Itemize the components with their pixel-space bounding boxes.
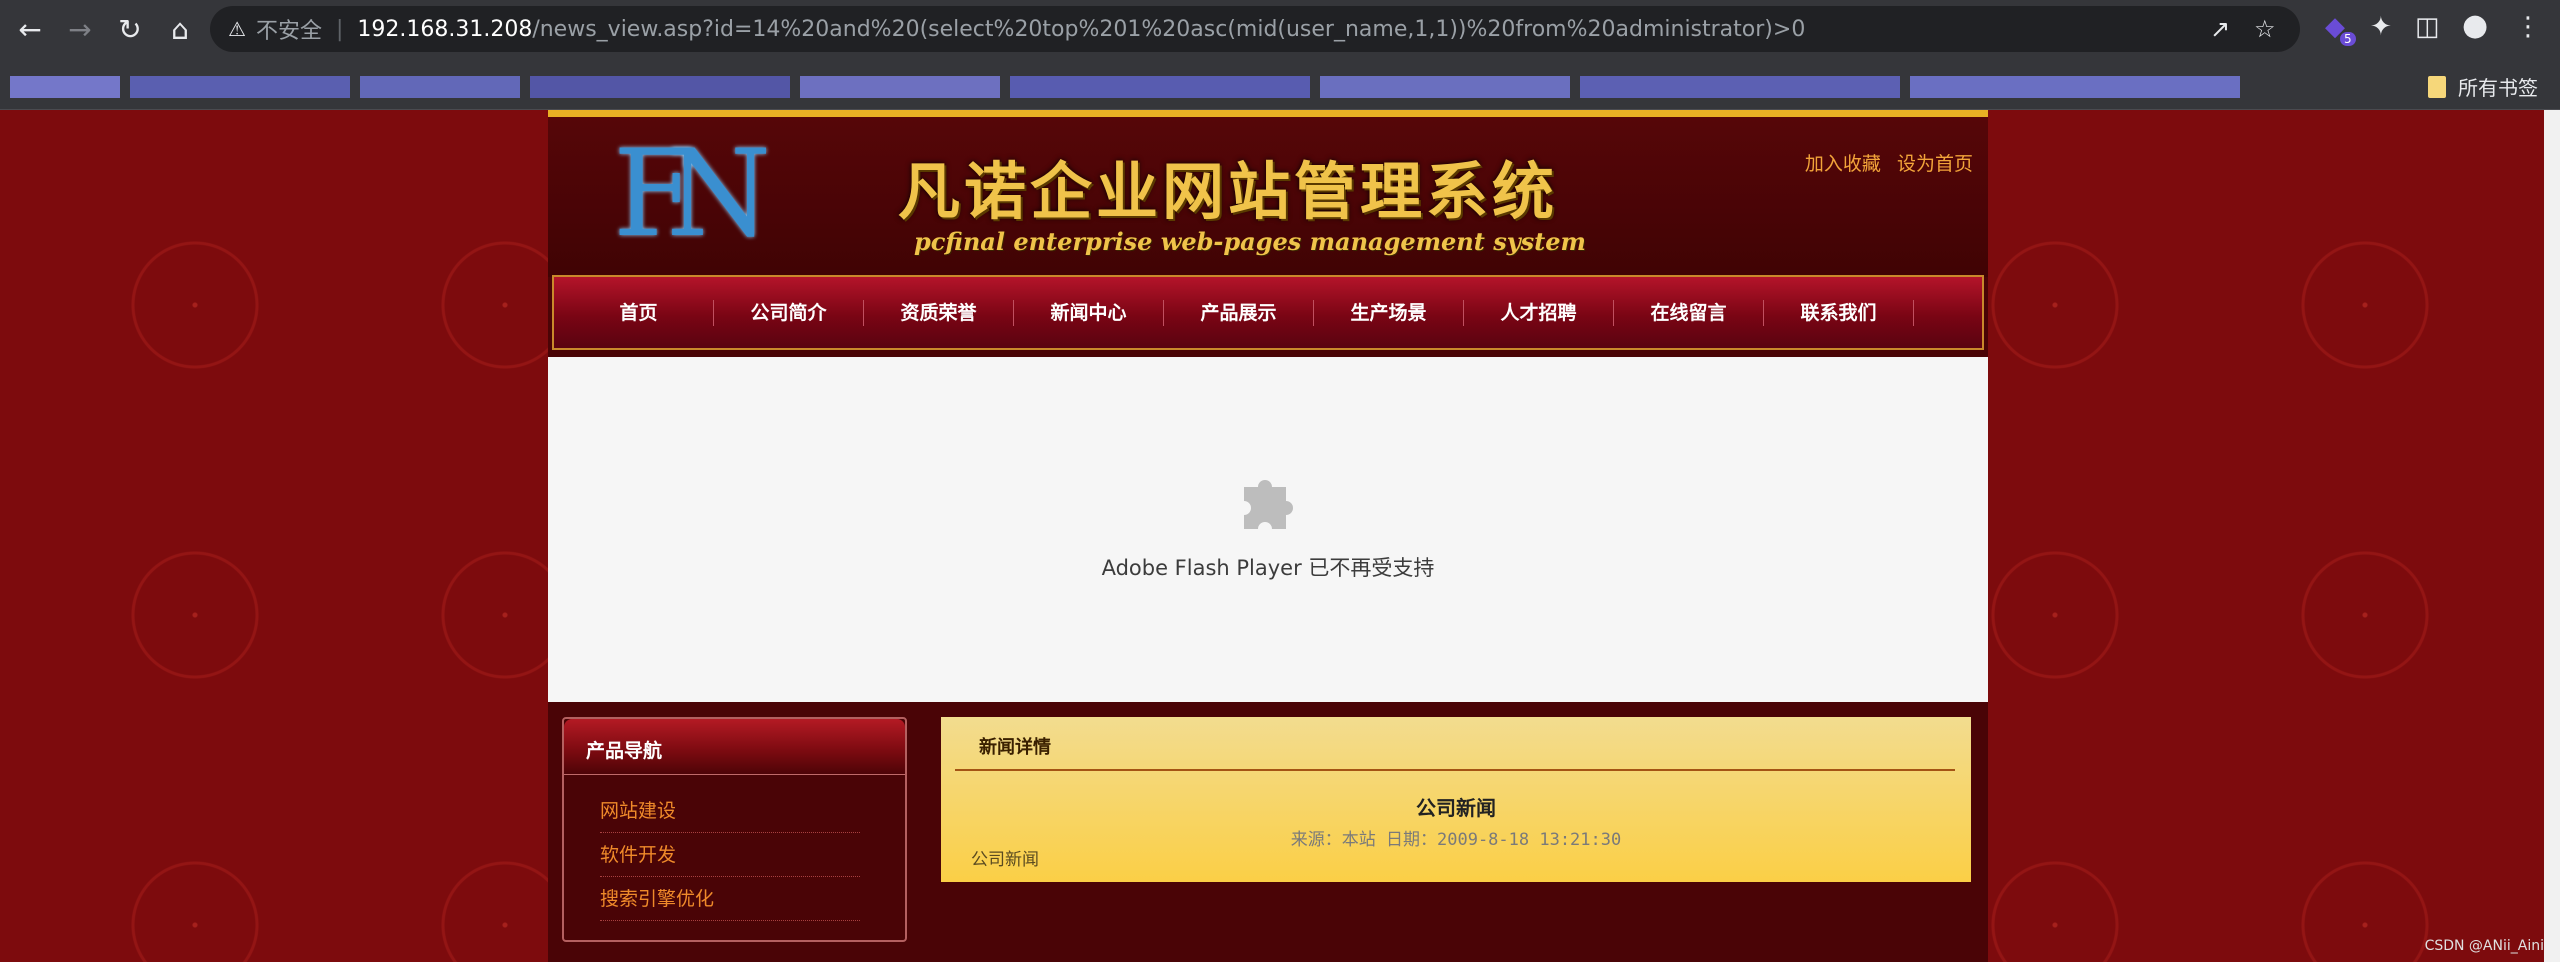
- site-container: FN 凡诺企业网站管理系统 pcfinal enterprise web-pag…: [548, 110, 1988, 962]
- flash-unsupported-message: Adobe Flash Player 已不再受支持: [1101, 556, 1435, 580]
- home-icon[interactable]: ⌂: [160, 9, 200, 49]
- nav-item-products[interactable]: 产品展示: [1164, 299, 1314, 326]
- set-homepage-link[interactable]: 设为首页: [1897, 153, 1973, 175]
- profile-avatar-icon[interactable]: ●: [2462, 8, 2488, 43]
- extension-badge-count: 5: [2340, 32, 2356, 46]
- security-label: 不安全: [255, 19, 322, 44]
- side-panel-icon[interactable]: ◫: [2415, 12, 2440, 42]
- warning-icon[interactable]: ⚠: [228, 17, 246, 41]
- all-bookmarks-label: 所有书签: [2458, 76, 2538, 100]
- all-bookmarks-button[interactable]: 所有书签: [2428, 72, 2538, 101]
- forward-icon[interactable]: →: [60, 9, 100, 49]
- nav-item-contact[interactable]: 联系我们: [1764, 299, 1914, 326]
- header-links: 加入收藏 设为首页: [1795, 149, 1973, 176]
- news-body: 公司新闻: [971, 850, 1039, 870]
- top-gold-line: [548, 110, 1988, 117]
- puzzle-extensions-icon[interactable]: ✦: [2370, 12, 2392, 42]
- page-viewport: FN 凡诺企业网站管理系统 pcfinal enterprise web-pag…: [0, 110, 2560, 962]
- site-title: 凡诺企业网站管理系统: [898, 155, 1559, 228]
- nav-item-production[interactable]: 生产场景: [1314, 299, 1464, 326]
- nav-item-home[interactable]: 首页: [564, 299, 714, 326]
- address-bar[interactable]: ⚠ 不安全 | 192.168.31.208/news_view.asp?id=…: [210, 6, 2300, 52]
- product-nav-item-seo[interactable]: 搜索引擎优化: [600, 877, 860, 921]
- watermark: CSDN @ANii_Aini: [2424, 938, 2544, 954]
- nav-item-about[interactable]: 公司简介: [714, 299, 864, 326]
- main-nav: 首页 公司简介 资质荣誉 新闻中心 产品展示 生产场景 人才招聘 在线留言 联系…: [552, 275, 1984, 350]
- nav-item-news[interactable]: 新闻中心: [1014, 299, 1164, 326]
- product-nav-panel: 产品导航 网站建设 软件开发 搜索引擎优化: [562, 717, 907, 942]
- url-host: 192.168.31.208: [357, 16, 533, 42]
- bookmarks-bar: 所有书签: [0, 58, 2560, 110]
- site-subtitle: pcfinal enterprise web-pages management …: [914, 227, 1586, 256]
- blurred-bookmark[interactable]: [530, 76, 790, 98]
- add-favorite-link[interactable]: 加入收藏: [1805, 153, 1881, 175]
- reload-icon[interactable]: ↻: [110, 9, 150, 49]
- site-logo[interactable]: FN: [613, 135, 771, 255]
- blurred-bookmark[interactable]: [130, 76, 350, 98]
- product-nav-item-web[interactable]: 网站建设: [600, 789, 860, 833]
- site-header: FN 凡诺企业网站管理系统 pcfinal enterprise web-pag…: [548, 117, 1988, 277]
- browser-toolbar: ← → ↻ ⌂ ⚠ 不安全 | 192.168.31.208/news_view…: [0, 0, 2560, 58]
- blurred-bookmark[interactable]: [1910, 76, 2240, 98]
- menu-kebab-icon[interactable]: ⋮: [2515, 12, 2541, 42]
- page-scrollbar[interactable]: [2544, 110, 2560, 962]
- nav-item-guestbook[interactable]: 在线留言: [1614, 299, 1764, 326]
- news-detail-panel: 新闻详情 公司新闻 来源：本站 日期：2009-8-18 13:21:30 公司…: [941, 717, 1971, 882]
- folder-icon: [2428, 75, 2446, 98]
- blurred-bookmark[interactable]: [1320, 76, 1570, 98]
- blurred-bookmark[interactable]: [1010, 76, 1310, 98]
- blurred-bookmark[interactable]: [360, 76, 520, 98]
- product-nav-item-software[interactable]: 软件开发: [600, 833, 860, 877]
- nav-item-honors[interactable]: 资质荣誉: [864, 299, 1014, 326]
- blurred-bookmark[interactable]: [800, 76, 1000, 98]
- url-path: /news_view.asp?id=14%20and%20(select%20t…: [532, 16, 1806, 42]
- star-icon[interactable]: ☆: [2254, 15, 2276, 43]
- blurred-bookmark[interactable]: [1580, 76, 1900, 98]
- nav-item-jobs[interactable]: 人才招聘: [1464, 299, 1614, 326]
- news-detail-heading: 新闻详情: [979, 737, 1051, 758]
- product-nav-title: 产品导航: [564, 719, 905, 775]
- blurred-bookmark[interactable]: [10, 76, 120, 98]
- divider: [955, 769, 1955, 771]
- flash-placeholder[interactable]: Adobe Flash Player 已不再受支持: [548, 357, 1988, 702]
- news-meta: 来源：本站 日期：2009-8-18 13:21:30: [1290, 830, 1622, 850]
- back-icon[interactable]: ←: [10, 9, 50, 49]
- news-title: 公司新闻: [1416, 796, 1496, 820]
- share-icon[interactable]: ↗: [2210, 15, 2230, 43]
- plugin-puzzle-icon: [1244, 480, 1293, 529]
